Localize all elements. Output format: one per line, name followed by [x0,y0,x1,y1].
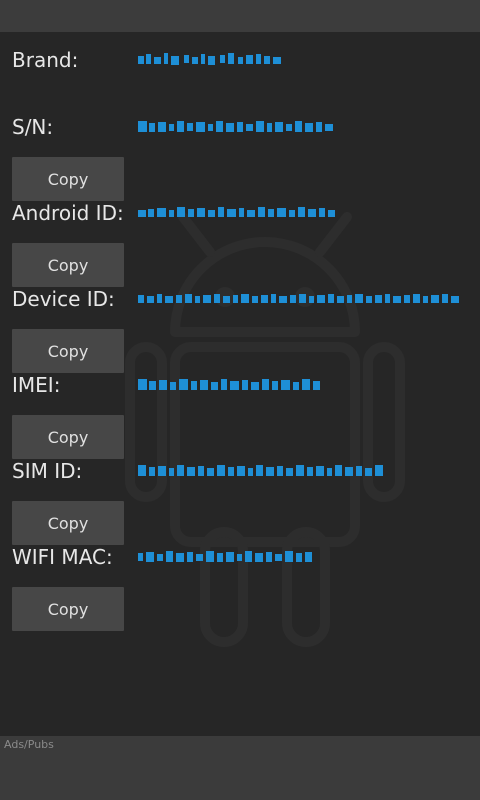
copy-device-id-button[interactable]: Copy [12,329,124,373]
field-device-id: Device ID: Copy [0,285,480,373]
redacted-text-icon [138,207,335,217]
field-sn: S/N: Copy [0,113,480,201]
redacted-text-icon [138,53,281,65]
copy-sn-button[interactable]: Copy [12,157,124,201]
device-id-label: Device ID: [12,287,115,311]
imei-value-redacted [138,371,326,399]
copy-android-id-button[interactable]: Copy [12,243,124,287]
main-content: Brand: S/N: Copy Android ID: Copy Device… [0,32,480,736]
field-sim-id: SIM ID: Copy [0,457,480,545]
redacted-text-icon [138,379,320,390]
sim-id-label: SIM ID: [12,459,83,483]
redacted-text-icon [138,121,333,132]
copy-sim-id-button[interactable]: Copy [12,501,124,545]
sn-label: S/N: [12,115,54,139]
device-id-value-redacted [138,285,464,313]
wifi-mac-value-redacted [138,543,314,571]
redacted-text-icon [138,551,312,562]
brand-value-redacted [138,46,288,74]
sim-id-value-redacted [138,457,386,485]
imei-label: IMEI: [12,373,61,397]
brand-label: Brand: [12,48,79,72]
sn-value-redacted [138,113,334,141]
copy-imei-button[interactable]: Copy [12,415,124,459]
redacted-text-icon [138,465,383,476]
field-wifi-mac: WIFI MAC: Copy [0,543,480,631]
redacted-text-icon [138,294,459,303]
android-id-label: Android ID: [12,201,124,225]
android-id-value-redacted [138,199,336,227]
field-android-id: Android ID: Copy [0,199,480,287]
field-imei: IMEI: Copy [0,371,480,459]
copy-wifi-mac-button[interactable]: Copy [12,587,124,631]
status-bar [0,0,480,32]
ad-label: Ads/Pubs [4,738,54,751]
wifi-mac-label: WIFI MAC: [12,545,113,569]
ad-banner[interactable]: Ads/Pubs [0,736,480,800]
